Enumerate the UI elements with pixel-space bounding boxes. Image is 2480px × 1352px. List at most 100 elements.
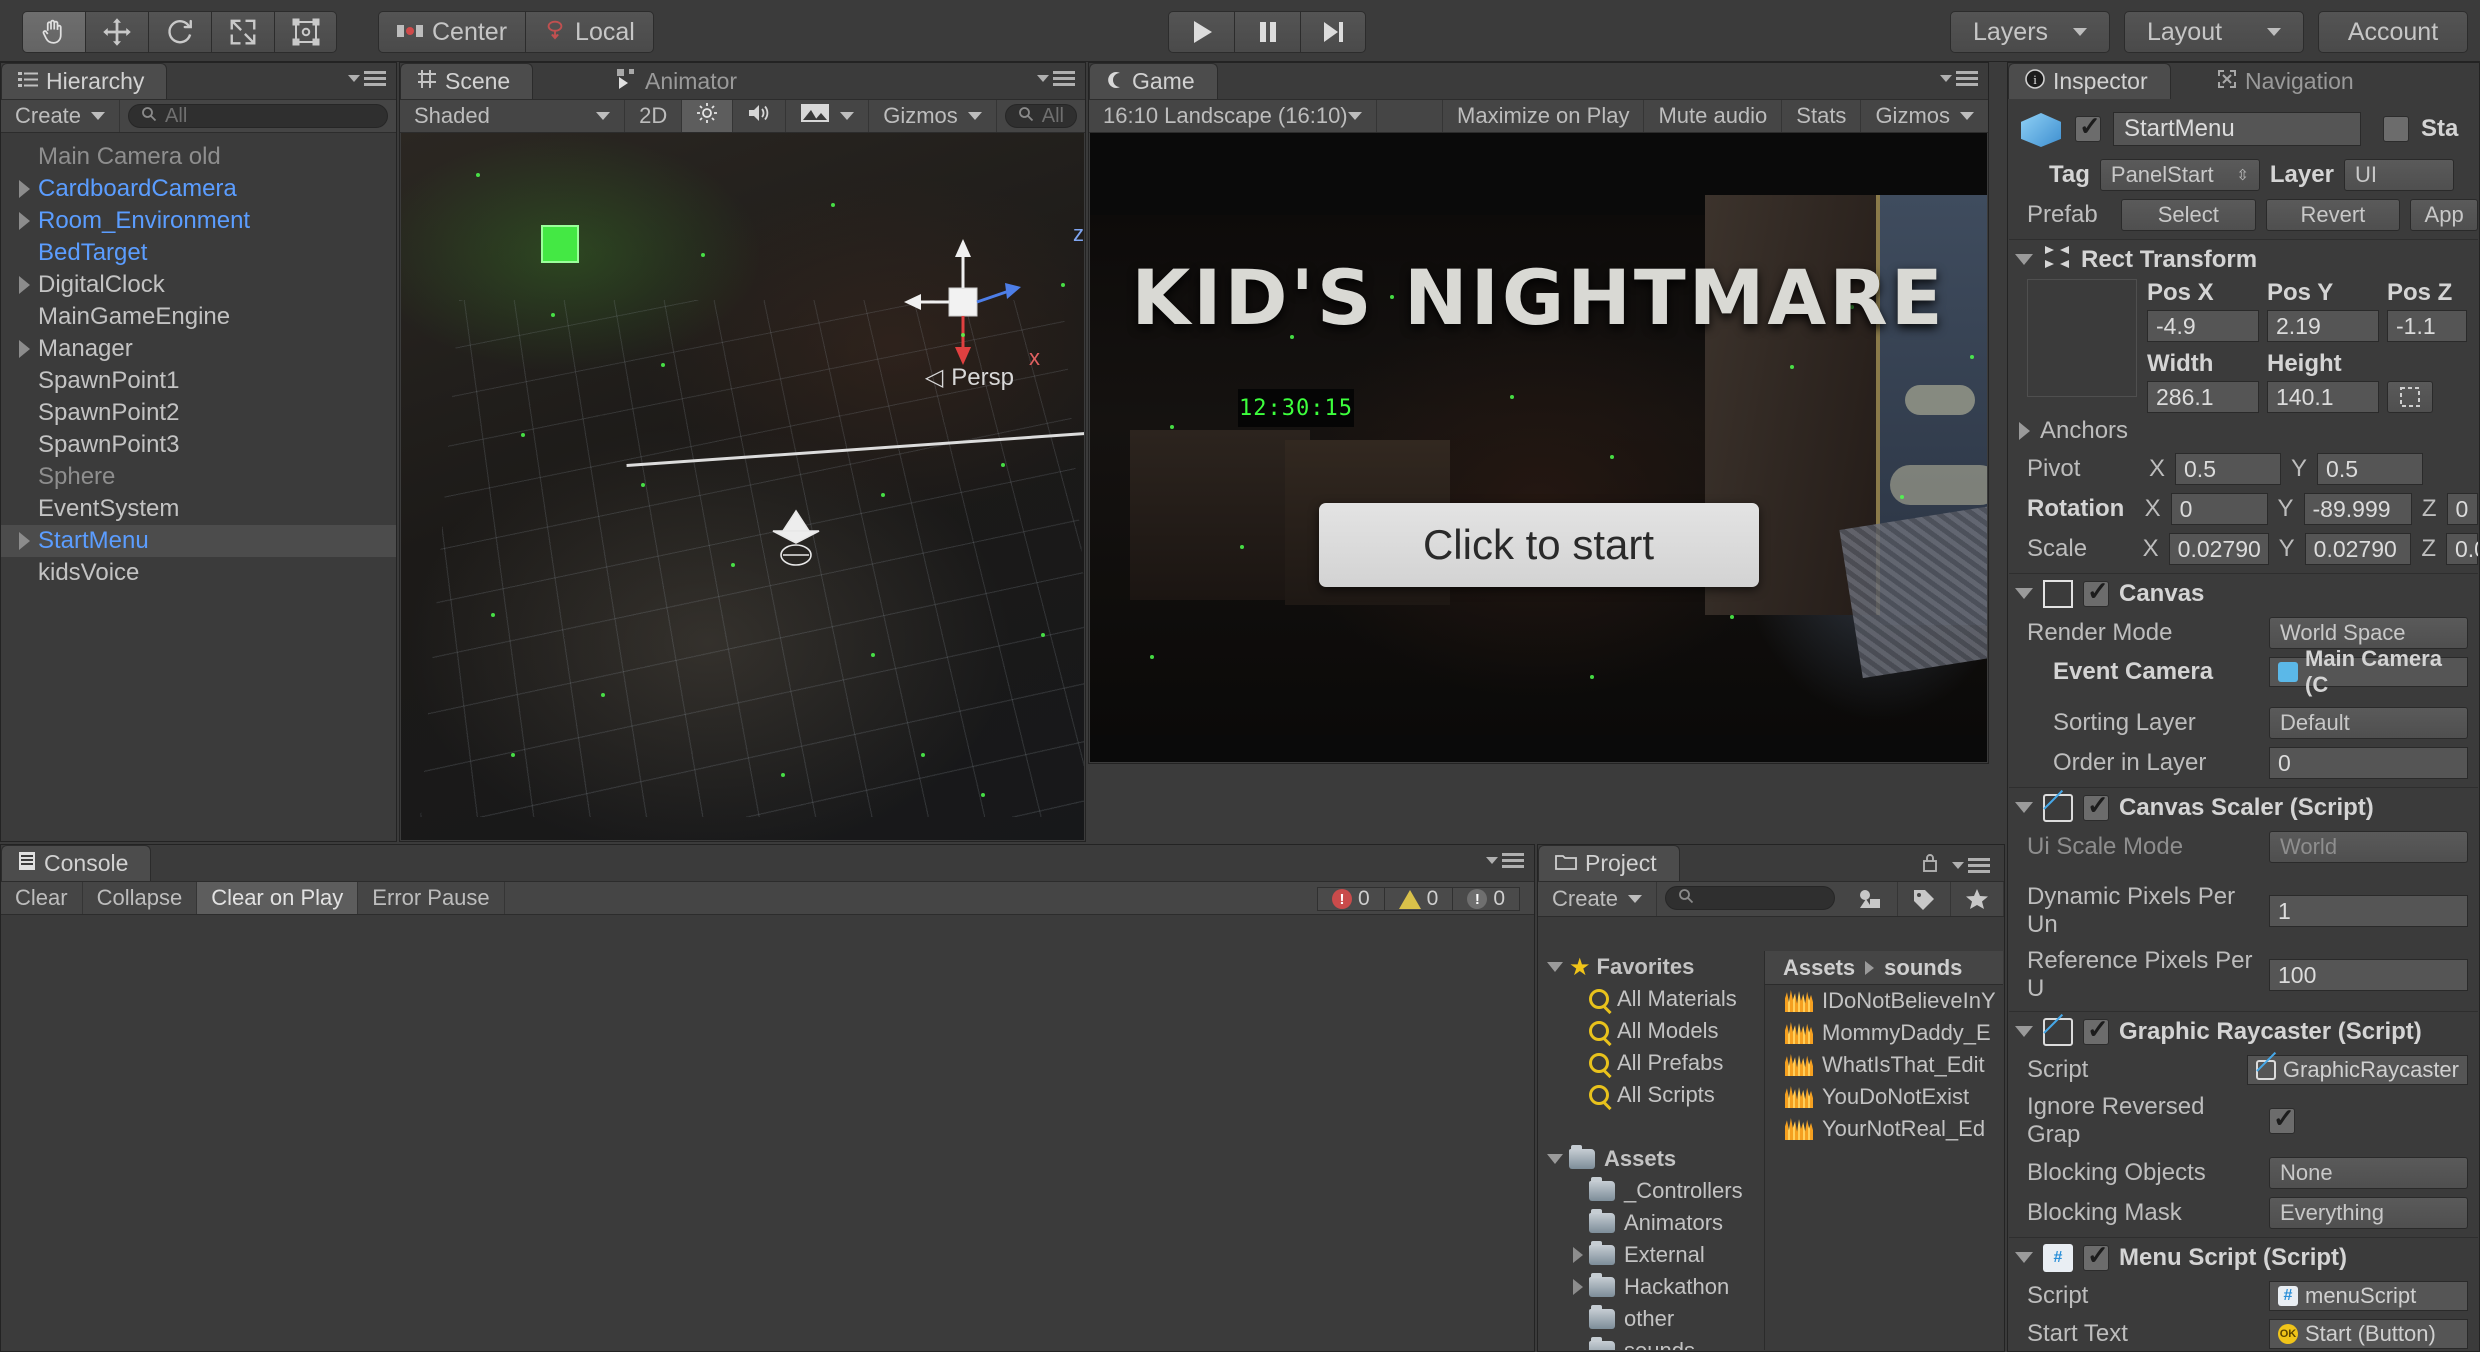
anchors-row[interactable]: Anchors <box>2009 413 2478 449</box>
rect-tool-button[interactable] <box>274 11 337 53</box>
breadcrumb-segment[interactable]: Assets <box>1783 955 1855 981</box>
ignore-reversed-checkbox[interactable] <box>2269 1103 2295 1134</box>
static-checkbox[interactable] <box>2383 116 2409 142</box>
console-clear-on-play-toggle[interactable]: Clear on Play <box>197 882 359 914</box>
reference-pixels-field[interactable]: 100 <box>2269 959 2468 991</box>
account-button[interactable]: Account <box>2318 11 2468 53</box>
asset-item[interactable]: IDoNotBelieveInY <box>1765 985 2003 1017</box>
menu-script-field[interactable]: menuScript <box>2269 1281 2468 1311</box>
pos-y-field[interactable]: 2.19 <box>2267 310 2379 342</box>
pivot-x-field[interactable]: 0.5 <box>2175 453 2282 485</box>
scene-search-input[interactable]: All <box>1004 104 1077 128</box>
canvas-scaler-header[interactable]: Canvas Scaler (Script) <box>2009 787 2478 827</box>
layer-dropdown[interactable]: UI <box>2343 159 2454 191</box>
project-filter-label-button[interactable] <box>1898 882 1951 916</box>
asset-item[interactable]: YouDoNotExist <box>1765 1081 2003 1113</box>
click-to-start-button[interactable]: Click to start <box>1318 503 1759 587</box>
hierarchy-item[interactable]: DigitalClock <box>1 269 396 301</box>
scale-z-field[interactable]: 0.0 <box>2446 533 2478 565</box>
scale-tool-button[interactable] <box>211 11 274 53</box>
scene-persp-label[interactable]: ◁ Persp <box>925 363 1014 392</box>
game-options-menu[interactable] <box>1940 71 1978 86</box>
width-field[interactable]: 286.1 <box>2147 381 2259 413</box>
tab-project[interactable]: Project <box>1538 845 1680 881</box>
project-tree-item[interactable]: All Materials <box>1539 983 1764 1015</box>
sorting-layer-dropdown[interactable]: Default <box>2269 707 2468 739</box>
scene-viewport[interactable]: z x ◁ Persp <box>401 133 1084 840</box>
prefab-revert-button[interactable]: Revert <box>2265 199 2401 231</box>
layout-dropdown[interactable]: Layout <box>2124 11 2304 53</box>
chevron-right-icon[interactable] <box>19 180 30 198</box>
blocking-objects-dropdown[interactable]: None <box>2269 1157 2468 1189</box>
pos-z-field[interactable]: -1.1 <box>2387 310 2467 342</box>
hierarchy-item[interactable]: SpawnPoint2 <box>1 397 396 429</box>
hierarchy-item[interactable]: Sphere <box>1 461 396 493</box>
tab-inspector[interactable]: i Inspector <box>2008 63 2171 99</box>
pivot-mode-button[interactable]: Center <box>378 11 526 53</box>
console-log-list[interactable] <box>2 917 1533 1350</box>
hierarchy-options-menu[interactable] <box>348 71 386 86</box>
graphic-raycaster-enabled-checkbox[interactable] <box>2083 1014 2109 1045</box>
project-options-menu[interactable] <box>1922 853 1990 878</box>
project-search-input[interactable] <box>1665 886 1835 910</box>
tab-scene[interactable]: Scene <box>400 63 534 99</box>
render-mode-dropdown[interactable]: World Space <box>2269 617 2468 649</box>
console-options-menu[interactable] <box>1486 853 1524 868</box>
pivot-y-field[interactable]: 0.5 <box>2317 453 2424 485</box>
console-collapse-toggle[interactable]: Collapse <box>83 882 198 914</box>
chevron-down-icon[interactable] <box>2015 1026 2033 1037</box>
chevron-right-icon[interactable] <box>2019 422 2030 440</box>
chevron-right-icon[interactable] <box>19 212 30 230</box>
scene-fx-dropdown[interactable] <box>786 100 870 132</box>
rotation-z-field[interactable]: 0 <box>2446 493 2478 525</box>
ui-scale-mode-dropdown[interactable]: World <box>2269 831 2468 863</box>
scene-audio-toggle[interactable] <box>733 100 787 132</box>
chevron-down-icon[interactable] <box>2015 254 2033 265</box>
scale-y-field[interactable]: 0.02790 <box>2304 533 2412 565</box>
scene-shading-dropdown[interactable]: Shaded <box>400 100 626 132</box>
hierarchy-item[interactable]: CardboardCamera <box>1 173 396 205</box>
chevron-right-icon[interactable] <box>19 340 30 358</box>
blueprint-mode-button[interactable] <box>2387 381 2433 413</box>
chevron-down-icon[interactable] <box>1547 962 1563 972</box>
project-tree-item[interactable]: Assets <box>1539 1143 1764 1175</box>
project-tree-item[interactable]: All Scripts <box>1539 1079 1764 1111</box>
asset-item[interactable]: MommyDaddy_E <box>1765 1017 2003 1049</box>
chevron-right-icon[interactable] <box>1573 1279 1583 1295</box>
scene-2d-toggle[interactable]: 2D <box>625 100 683 132</box>
pause-button[interactable] <box>1234 11 1300 53</box>
scene-options-menu[interactable] <box>1037 71 1075 86</box>
start-text-field[interactable]: Start (Button) <box>2269 1319 2468 1349</box>
hand-tool-button[interactable] <box>22 11 85 53</box>
blocking-mask-dropdown[interactable]: Everything <box>2269 1197 2468 1229</box>
chevron-right-icon[interactable] <box>19 532 30 550</box>
layers-dropdown[interactable]: Layers <box>1950 11 2110 53</box>
tag-dropdown[interactable]: PanelStart ⇳ <box>2099 159 2260 191</box>
scene-lighting-toggle[interactable] <box>682 100 734 132</box>
canvas-enabled-checkbox[interactable] <box>2083 576 2109 607</box>
move-tool-button[interactable] <box>85 11 148 53</box>
chevron-right-icon[interactable] <box>19 276 30 294</box>
project-tree-item[interactable]: ★ Favorites <box>1539 951 1764 983</box>
tab-hierarchy[interactable]: Hierarchy <box>1 63 168 99</box>
project-asset-list[interactable]: IDoNotBelieveInY MommyDaddy_E WhatIsThat_E… <box>1765 985 2003 1145</box>
game-gizmos-dropdown[interactable]: Gizmos <box>1861 100 1988 132</box>
hierarchy-item[interactable]: MainGameEngine <box>1 301 396 333</box>
chevron-down-icon[interactable] <box>1547 1154 1563 1164</box>
hierarchy-item[interactable]: Room_Environment <box>1 205 396 237</box>
game-viewport[interactable]: KID'S NIGHTMARE 12:30:15 Click to start <box>1090 133 1987 762</box>
chevron-down-icon[interactable] <box>2015 802 2033 813</box>
event-camera-field[interactable]: Main Camera (C <box>2269 646 2468 697</box>
step-button[interactable] <box>1300 11 1366 53</box>
breadcrumb-segment[interactable]: sounds <box>1884 955 1962 981</box>
tab-navigation[interactable]: Navigation <box>2200 63 2377 99</box>
project-tree-item[interactable]: Hackathon <box>1539 1271 1764 1303</box>
project-tree[interactable]: ★ Favorites All Materials All Models All Pre… <box>1539 951 1765 1350</box>
chevron-right-icon[interactable] <box>1573 1247 1583 1263</box>
console-warning-count[interactable]: 0 <box>1383 887 1453 911</box>
play-button[interactable] <box>1168 11 1234 53</box>
project-tree-item[interactable]: Animators <box>1539 1207 1764 1239</box>
canvas-header[interactable]: Canvas <box>2009 573 2478 613</box>
console-clear-button[interactable]: Clear <box>1 882 83 914</box>
space-mode-button[interactable]: Local <box>525 11 654 53</box>
